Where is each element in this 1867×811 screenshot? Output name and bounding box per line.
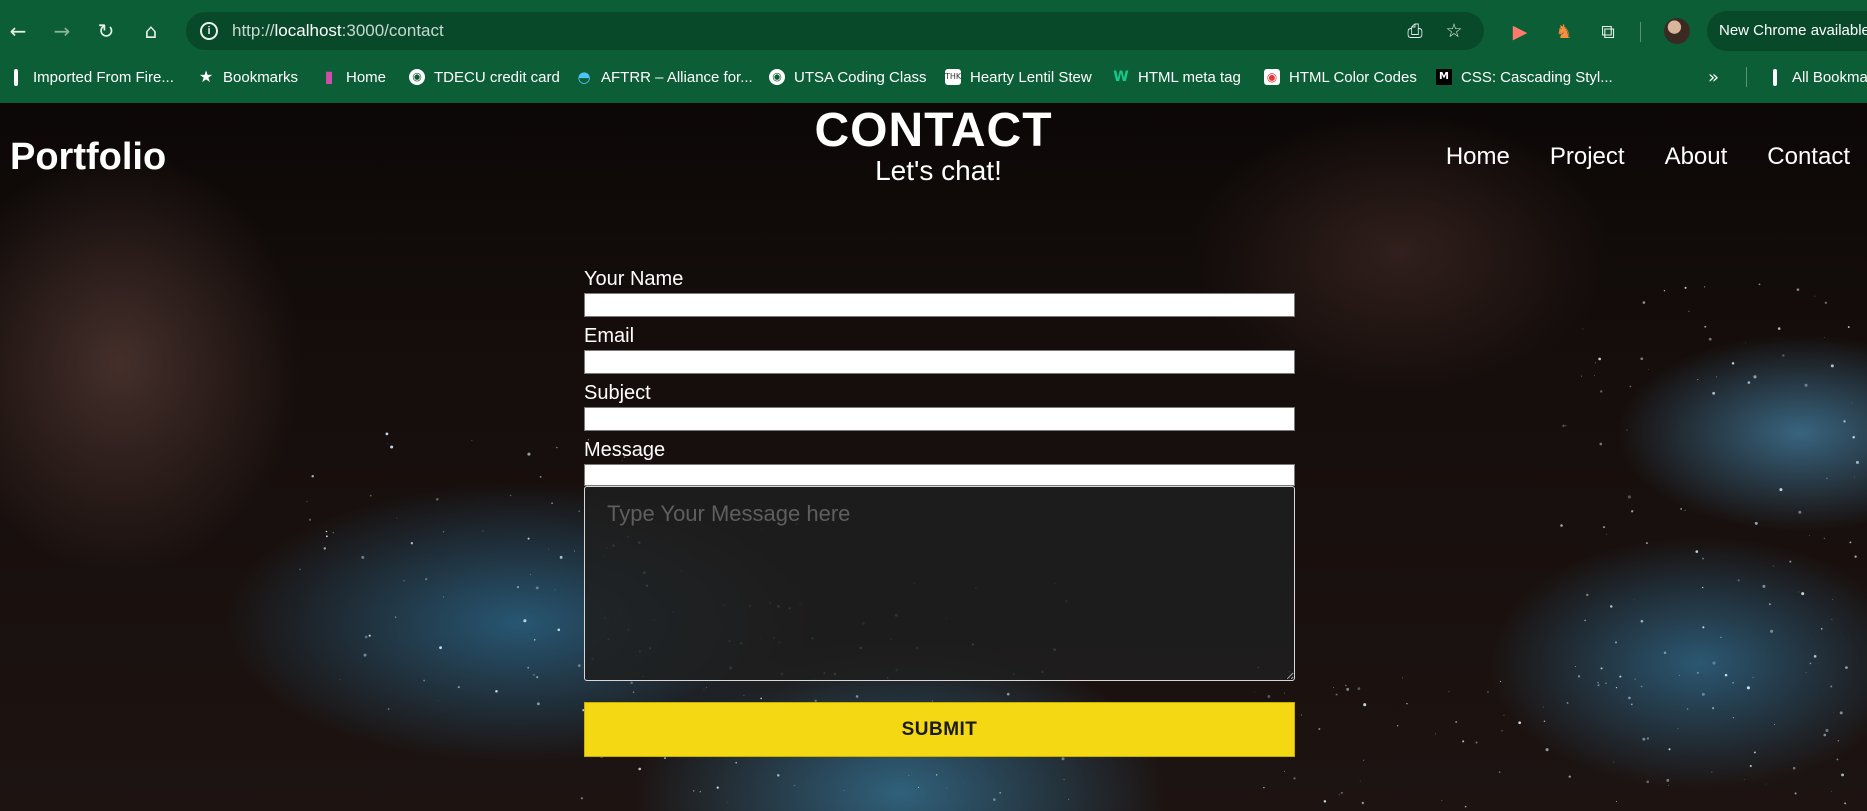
star-bookmark-icon[interactable]: ☆ bbox=[1443, 20, 1465, 42]
toolbar-divider bbox=[1640, 22, 1641, 42]
message-input[interactable] bbox=[584, 464, 1295, 486]
name-input[interactable] bbox=[584, 293, 1295, 317]
w-logo-icon: W bbox=[1113, 69, 1129, 85]
bookmark-item[interactable]: ◉ TDECU credit card bbox=[409, 66, 560, 88]
nav-link-home[interactable]: Home bbox=[1446, 143, 1510, 171]
bookmarks-divider bbox=[1746, 67, 1747, 87]
bookmark-item[interactable]: M CSS: Cascading Styl... bbox=[1436, 66, 1613, 88]
browser-chrome: ← → ↻ ⌂ i http://localhost:3000/contact … bbox=[0, 0, 1867, 103]
folder-icon bbox=[8, 69, 24, 86]
nav-link-about[interactable]: About bbox=[1665, 143, 1728, 171]
star-icon: ★ bbox=[198, 67, 214, 86]
bookmark-item[interactable]: ◉ HTML Color Codes bbox=[1264, 66, 1417, 88]
more-bookmarks-chevron-icon[interactable]: » bbox=[1708, 66, 1719, 88]
email-label: Email bbox=[584, 325, 635, 347]
bookmark-item[interactable]: ▮ Home bbox=[321, 66, 386, 88]
subject-label: Subject bbox=[584, 382, 651, 404]
web-page: Portfolio CONTACT Let's chat! Home Proje… bbox=[0, 103, 1867, 811]
contact-form: Your Name Email Subject Message SUBMIT bbox=[584, 268, 1295, 757]
install-app-icon[interactable]: ⎙ bbox=[1404, 20, 1426, 42]
bookmark-label: HTML meta tag bbox=[1138, 68, 1241, 86]
subject-input[interactable] bbox=[584, 407, 1295, 431]
main-nav: Home Project About Contact bbox=[1446, 143, 1850, 171]
back-arrow-icon[interactable]: ← bbox=[6, 19, 30, 43]
bookmark-label: Home bbox=[346, 68, 387, 86]
bookmark-ribbon-icon: ▮ bbox=[324, 67, 334, 86]
bookmark-item[interactable]: ◉ UTSA Coding Class bbox=[769, 66, 927, 88]
bookmark-item[interactable]: THK Hearty Lentil Stew bbox=[945, 66, 1092, 88]
bookmark-label: AFTRR – Alliance for... bbox=[601, 68, 753, 86]
url-host: localhost bbox=[274, 21, 342, 40]
bookmark-label: UTSA Coding Class bbox=[794, 68, 927, 86]
email-input[interactable] bbox=[584, 350, 1295, 374]
bookmarks-bar: Imported From Fire... ★ Bookmarks ▮ Home ◉… bbox=[0, 62, 1867, 92]
bookmark-label: HTML Color Codes bbox=[1289, 68, 1417, 86]
bookmark-label: Hearty Lentil Stew bbox=[970, 68, 1092, 86]
aftrr-logo-icon: ◓ bbox=[577, 68, 591, 86]
submit-button[interactable]: SUBMIT bbox=[584, 702, 1295, 757]
bookmark-item[interactable]: All Bookmarks bbox=[1767, 66, 1867, 88]
thk-logo-icon: THK bbox=[945, 69, 961, 85]
globe-icon: ◉ bbox=[409, 69, 425, 85]
bookmark-label: Imported From Fire... bbox=[33, 68, 174, 86]
bookmark-label: Bookmarks bbox=[223, 68, 299, 86]
bookmark-label: CSS: Cascading Styl... bbox=[1461, 68, 1613, 86]
extension-fox-icon[interactable]: ♞ bbox=[1552, 20, 1576, 44]
update-chrome-button[interactable]: New Chrome available bbox=[1707, 11, 1867, 51]
bookmark-item[interactable]: W HTML meta tag bbox=[1113, 66, 1241, 88]
globe-icon: ◉ bbox=[769, 69, 785, 85]
message-textarea[interactable] bbox=[584, 486, 1295, 681]
nav-link-contact[interactable]: Contact bbox=[1767, 143, 1850, 171]
extension-video-icon[interactable]: ▶ bbox=[1508, 20, 1532, 44]
profile-avatar[interactable] bbox=[1664, 18, 1690, 44]
message-label: Message bbox=[584, 439, 666, 461]
name-label: Your Name bbox=[584, 268, 684, 290]
nav-link-project[interactable]: Project bbox=[1550, 143, 1625, 171]
address-bar[interactable]: i http://localhost:3000/contact ⎙ ☆ bbox=[186, 12, 1484, 50]
bookmark-item[interactable]: ◓ AFTRR – Alliance for... bbox=[576, 66, 753, 88]
home-icon[interactable]: ⌂ bbox=[139, 19, 163, 43]
forward-arrow-icon[interactable]: → bbox=[50, 19, 74, 43]
bookmark-item[interactable]: ★ Bookmarks bbox=[198, 66, 298, 88]
folder-icon bbox=[1767, 69, 1783, 86]
reload-icon[interactable]: ↻ bbox=[94, 19, 118, 43]
bookmark-label: TDECU credit card bbox=[434, 68, 560, 86]
url-prefix: http:// bbox=[232, 21, 275, 40]
color-picker-icon: ◉ bbox=[1264, 69, 1280, 85]
site-info-icon[interactable]: i bbox=[200, 22, 218, 40]
mdn-logo-icon: M bbox=[1436, 69, 1452, 85]
bookmark-label: All Bookmarks bbox=[1792, 68, 1867, 86]
browser-toolbar: ← → ↻ ⌂ i http://localhost:3000/contact … bbox=[0, 8, 1867, 54]
url-path: :3000/contact bbox=[341, 21, 444, 40]
url-text[interactable]: http://localhost:3000/contact bbox=[232, 21, 444, 41]
bookmark-item[interactable]: Imported From Fire... bbox=[8, 66, 174, 88]
extensions-puzzle-icon[interactable]: ⧉ bbox=[1596, 20, 1620, 44]
